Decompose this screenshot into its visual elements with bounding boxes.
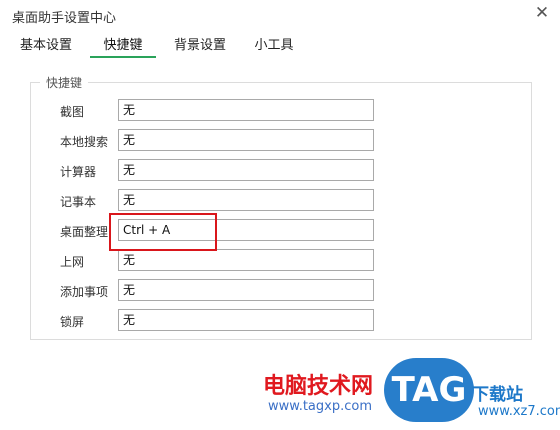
- shortcut-label: 桌面整理: [60, 225, 109, 239]
- lock-screen-shortcut-field[interactable]: 无: [118, 309, 374, 331]
- shortcut-label: 计算器: [60, 165, 97, 179]
- shortcut-label: 上网: [60, 255, 85, 269]
- shortcut-label: 截图: [60, 105, 85, 119]
- shortcut-label: 记事本: [60, 195, 97, 209]
- local-search-shortcut-field[interactable]: 无: [118, 129, 374, 151]
- watermark-logo: TAG: [384, 358, 474, 422]
- shortcut-row-local-search: 本地搜索 无: [0, 129, 560, 153]
- settings-window: 桌面助手设置中心 ✕ 基本设置 快捷键 背景设置 小工具 快捷键 截图 无 本地…: [0, 0, 560, 430]
- watermark-site-name: 下载站: [472, 385, 523, 405]
- shortcut-label: 锁屏: [60, 315, 85, 329]
- shortcut-row-internet: 上网 无: [0, 249, 560, 273]
- shortcut-row-add-task: 添加事项 无: [0, 279, 560, 303]
- shortcut-row-calculator: 计算器 无: [0, 159, 560, 183]
- watermark-name: 电脑技术网: [263, 374, 374, 399]
- tab-bar: 基本设置 快捷键 背景设置 小工具: [0, 30, 560, 58]
- close-icon[interactable]: ✕: [533, 4, 551, 22]
- tab-basic-settings[interactable]: 基本设置: [20, 34, 72, 56]
- shortcut-row-desktop-organize: 桌面整理 Ctrl + A: [0, 219, 560, 243]
- window-title: 桌面助手设置中心: [12, 11, 117, 26]
- shortcut-row-screenshot: 截图 无: [0, 99, 560, 123]
- shortcut-row-notepad: 记事本 无: [0, 189, 560, 213]
- screenshot-shortcut-field[interactable]: 无: [118, 99, 374, 121]
- active-tab-indicator: [90, 56, 156, 58]
- shortcuts-group-title: 快捷键: [40, 74, 89, 91]
- shortcut-label: 添加事项: [60, 285, 109, 299]
- internet-shortcut-field[interactable]: 无: [118, 249, 374, 271]
- tab-background-settings[interactable]: 背景设置: [172, 34, 228, 56]
- tab-shortcuts[interactable]: 快捷键: [98, 34, 148, 56]
- tab-tools[interactable]: 小工具: [254, 34, 294, 56]
- add-task-shortcut-field[interactable]: 无: [118, 279, 374, 301]
- shortcut-label: 本地搜索: [60, 135, 109, 149]
- highlight-box: [109, 213, 217, 251]
- watermark-url: www.tagxp.com: [268, 399, 372, 414]
- shortcut-row-lock-screen: 锁屏 无: [0, 309, 560, 333]
- notepad-shortcut-field[interactable]: 无: [118, 189, 374, 211]
- watermark-site-url: www.xz7.com: [478, 404, 560, 419]
- calculator-shortcut-field[interactable]: 无: [118, 159, 374, 181]
